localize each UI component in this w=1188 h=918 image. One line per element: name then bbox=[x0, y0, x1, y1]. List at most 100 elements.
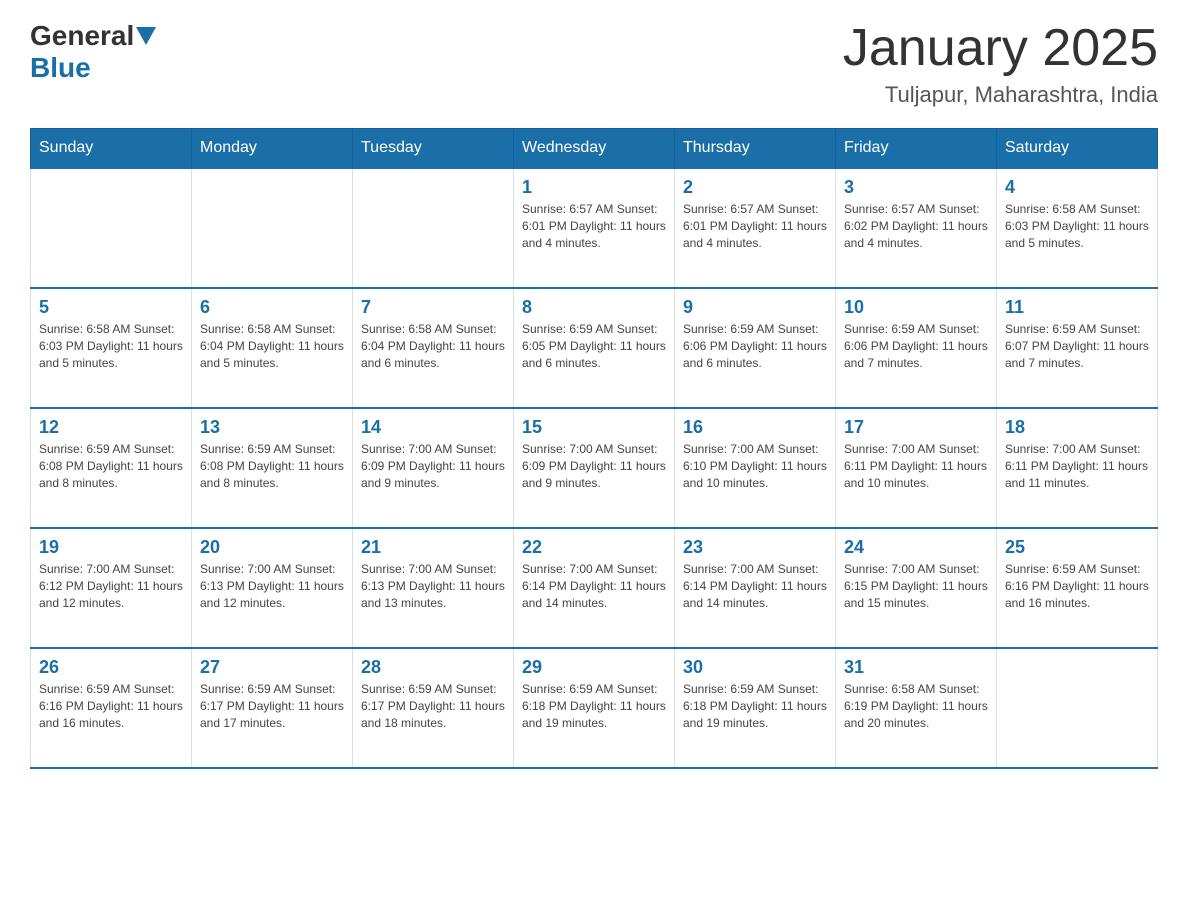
day-number: 29 bbox=[522, 657, 666, 678]
day-info: Sunrise: 7:00 AM Sunset: 6:11 PM Dayligh… bbox=[844, 441, 988, 491]
day-number: 5 bbox=[39, 297, 183, 318]
day-number: 16 bbox=[683, 417, 827, 438]
calendar-cell: 1 Sunrise: 6:57 AM Sunset: 6:01 PM Daylig… bbox=[514, 168, 675, 288]
logo-blue-text: Blue bbox=[30, 52, 91, 84]
calendar-cell bbox=[31, 168, 192, 288]
calendar-cell: 19 Sunrise: 7:00 AM Sunset: 6:12 PM Dayli… bbox=[31, 528, 192, 648]
day-number: 2 bbox=[683, 177, 827, 198]
logo: General Blue bbox=[30, 20, 158, 84]
day-number: 10 bbox=[844, 297, 988, 318]
day-info: Sunrise: 7:00 AM Sunset: 6:15 PM Dayligh… bbox=[844, 561, 988, 611]
calendar-cell: 14 Sunrise: 7:00 AM Sunset: 6:09 PM Dayli… bbox=[353, 408, 514, 528]
day-info: Sunrise: 7:00 AM Sunset: 6:14 PM Dayligh… bbox=[683, 561, 827, 611]
calendar-cell: 8 Sunrise: 6:59 AM Sunset: 6:05 PM Daylig… bbox=[514, 288, 675, 408]
day-number: 4 bbox=[1005, 177, 1149, 198]
day-info: Sunrise: 7:00 AM Sunset: 6:10 PM Dayligh… bbox=[683, 441, 827, 491]
calendar-cell: 25 Sunrise: 6:59 AM Sunset: 6:16 PM Dayli… bbox=[997, 528, 1158, 648]
calendar-week-row: 5 Sunrise: 6:58 AM Sunset: 6:03 PM Daylig… bbox=[31, 288, 1158, 408]
calendar-cell: 21 Sunrise: 7:00 AM Sunset: 6:13 PM Dayli… bbox=[353, 528, 514, 648]
day-number: 22 bbox=[522, 537, 666, 558]
calendar-cell: 4Sunrise: 6:58 AM Sunset: 6:03 PM Daylig… bbox=[997, 168, 1158, 288]
logo-general-text: General bbox=[30, 20, 134, 52]
day-header-saturday: Saturday bbox=[997, 129, 1158, 169]
day-info: Sunrise: 6:57 AM Sunset: 6:01 PM Dayligh… bbox=[683, 201, 827, 251]
calendar-cell bbox=[997, 648, 1158, 768]
day-number: 15 bbox=[522, 417, 666, 438]
day-info: Sunrise: 6:59 AM Sunset: 6:08 PM Dayligh… bbox=[200, 441, 344, 491]
calendar-cell: 9 Sunrise: 6:59 AM Sunset: 6:06 PM Daylig… bbox=[675, 288, 836, 408]
day-number: 6 bbox=[200, 297, 344, 318]
calendar-cell: 16 Sunrise: 7:00 AM Sunset: 6:10 PM Dayli… bbox=[675, 408, 836, 528]
calendar-week-row: 12 Sunrise: 6:59 AM Sunset: 6:08 PM Dayli… bbox=[31, 408, 1158, 528]
day-info: Sunrise: 6:59 AM Sunset: 6:17 PM Dayligh… bbox=[361, 681, 505, 731]
calendar-table: SundayMondayTuesdayWednesdayThursdayFrid… bbox=[30, 128, 1158, 769]
day-number: 14 bbox=[361, 417, 505, 438]
calendar-cell: 10Sunrise: 6:59 AM Sunset: 6:06 PM Dayli… bbox=[836, 288, 997, 408]
day-info: Sunrise: 6:59 AM Sunset: 6:05 PM Dayligh… bbox=[522, 321, 666, 371]
day-info: Sunrise: 6:59 AM Sunset: 6:16 PM Dayligh… bbox=[39, 681, 183, 731]
calendar-cell bbox=[192, 168, 353, 288]
day-info: Sunrise: 7:00 AM Sunset: 6:09 PM Dayligh… bbox=[522, 441, 666, 491]
calendar-week-row: 1 Sunrise: 6:57 AM Sunset: 6:01 PM Daylig… bbox=[31, 168, 1158, 288]
day-header-monday: Monday bbox=[192, 129, 353, 169]
day-info: Sunrise: 6:58 AM Sunset: 6:04 PM Dayligh… bbox=[361, 321, 505, 371]
calendar-cell: 24Sunrise: 7:00 AM Sunset: 6:15 PM Dayli… bbox=[836, 528, 997, 648]
day-info: Sunrise: 6:58 AM Sunset: 6:19 PM Dayligh… bbox=[844, 681, 988, 731]
calendar-cell: 20Sunrise: 7:00 AM Sunset: 6:13 PM Dayli… bbox=[192, 528, 353, 648]
calendar-cell: 22 Sunrise: 7:00 AM Sunset: 6:14 PM Dayli… bbox=[514, 528, 675, 648]
calendar-cell: 7Sunrise: 6:58 AM Sunset: 6:04 PM Daylig… bbox=[353, 288, 514, 408]
month-title: January 2025 bbox=[843, 20, 1158, 77]
day-info: Sunrise: 6:59 AM Sunset: 6:06 PM Dayligh… bbox=[683, 321, 827, 371]
day-header-thursday: Thursday bbox=[675, 129, 836, 169]
day-number: 25 bbox=[1005, 537, 1149, 558]
calendar-cell: 12 Sunrise: 6:59 AM Sunset: 6:08 PM Dayli… bbox=[31, 408, 192, 528]
day-header-tuesday: Tuesday bbox=[353, 129, 514, 169]
day-info: Sunrise: 7:00 AM Sunset: 6:13 PM Dayligh… bbox=[361, 561, 505, 611]
location-title: Tuljapur, Maharashtra, India bbox=[843, 82, 1158, 108]
day-number: 3 bbox=[844, 177, 988, 198]
page-header: General Blue January 2025 Tuljapur, Maha… bbox=[30, 20, 1158, 108]
calendar-cell: 31 Sunrise: 6:58 AM Sunset: 6:19 PM Dayli… bbox=[836, 648, 997, 768]
logo-triangle-icon bbox=[136, 27, 156, 45]
day-number: 28 bbox=[361, 657, 505, 678]
calendar-week-row: 26 Sunrise: 6:59 AM Sunset: 6:16 PM Dayli… bbox=[31, 648, 1158, 768]
calendar-header-row: SundayMondayTuesdayWednesdayThursdayFrid… bbox=[31, 129, 1158, 169]
calendar-cell: 5 Sunrise: 6:58 AM Sunset: 6:03 PM Daylig… bbox=[31, 288, 192, 408]
day-number: 18 bbox=[1005, 417, 1149, 438]
day-info: Sunrise: 7:00 AM Sunset: 6:09 PM Dayligh… bbox=[361, 441, 505, 491]
day-info: Sunrise: 7:00 AM Sunset: 6:12 PM Dayligh… bbox=[39, 561, 183, 611]
day-info: Sunrise: 6:59 AM Sunset: 6:08 PM Dayligh… bbox=[39, 441, 183, 491]
day-number: 27 bbox=[200, 657, 344, 678]
day-number: 8 bbox=[522, 297, 666, 318]
day-info: Sunrise: 6:58 AM Sunset: 6:04 PM Dayligh… bbox=[200, 321, 344, 371]
day-header-wednesday: Wednesday bbox=[514, 129, 675, 169]
day-number: 17 bbox=[844, 417, 988, 438]
day-number: 21 bbox=[361, 537, 505, 558]
day-number: 13 bbox=[200, 417, 344, 438]
day-number: 30 bbox=[683, 657, 827, 678]
day-info: Sunrise: 6:59 AM Sunset: 6:16 PM Dayligh… bbox=[1005, 561, 1149, 611]
day-number: 19 bbox=[39, 537, 183, 558]
day-info: Sunrise: 6:59 AM Sunset: 6:17 PM Dayligh… bbox=[200, 681, 344, 731]
day-number: 23 bbox=[683, 537, 827, 558]
day-info: Sunrise: 6:57 AM Sunset: 6:01 PM Dayligh… bbox=[522, 201, 666, 251]
day-number: 31 bbox=[844, 657, 988, 678]
day-info: Sunrise: 6:59 AM Sunset: 6:07 PM Dayligh… bbox=[1005, 321, 1149, 371]
calendar-cell: 23 Sunrise: 7:00 AM Sunset: 6:14 PM Dayli… bbox=[675, 528, 836, 648]
day-info: Sunrise: 7:00 AM Sunset: 6:14 PM Dayligh… bbox=[522, 561, 666, 611]
day-info: Sunrise: 6:59 AM Sunset: 6:18 PM Dayligh… bbox=[683, 681, 827, 731]
day-number: 9 bbox=[683, 297, 827, 318]
calendar-cell: 15 Sunrise: 7:00 AM Sunset: 6:09 PM Dayli… bbox=[514, 408, 675, 528]
day-info: Sunrise: 6:58 AM Sunset: 6:03 PM Dayligh… bbox=[39, 321, 183, 371]
day-number: 12 bbox=[39, 417, 183, 438]
calendar-cell: 2 Sunrise: 6:57 AM Sunset: 6:01 PM Daylig… bbox=[675, 168, 836, 288]
day-info: Sunrise: 7:00 AM Sunset: 6:11 PM Dayligh… bbox=[1005, 441, 1149, 491]
day-info: Sunrise: 6:59 AM Sunset: 6:18 PM Dayligh… bbox=[522, 681, 666, 731]
day-header-sunday: Sunday bbox=[31, 129, 192, 169]
calendar-cell: 17 Sunrise: 7:00 AM Sunset: 6:11 PM Dayli… bbox=[836, 408, 997, 528]
calendar-cell: 18 Sunrise: 7:00 AM Sunset: 6:11 PM Dayli… bbox=[997, 408, 1158, 528]
day-number: 1 bbox=[522, 177, 666, 198]
day-number: 26 bbox=[39, 657, 183, 678]
day-header-friday: Friday bbox=[836, 129, 997, 169]
calendar-cell: 26 Sunrise: 6:59 AM Sunset: 6:16 PM Dayli… bbox=[31, 648, 192, 768]
